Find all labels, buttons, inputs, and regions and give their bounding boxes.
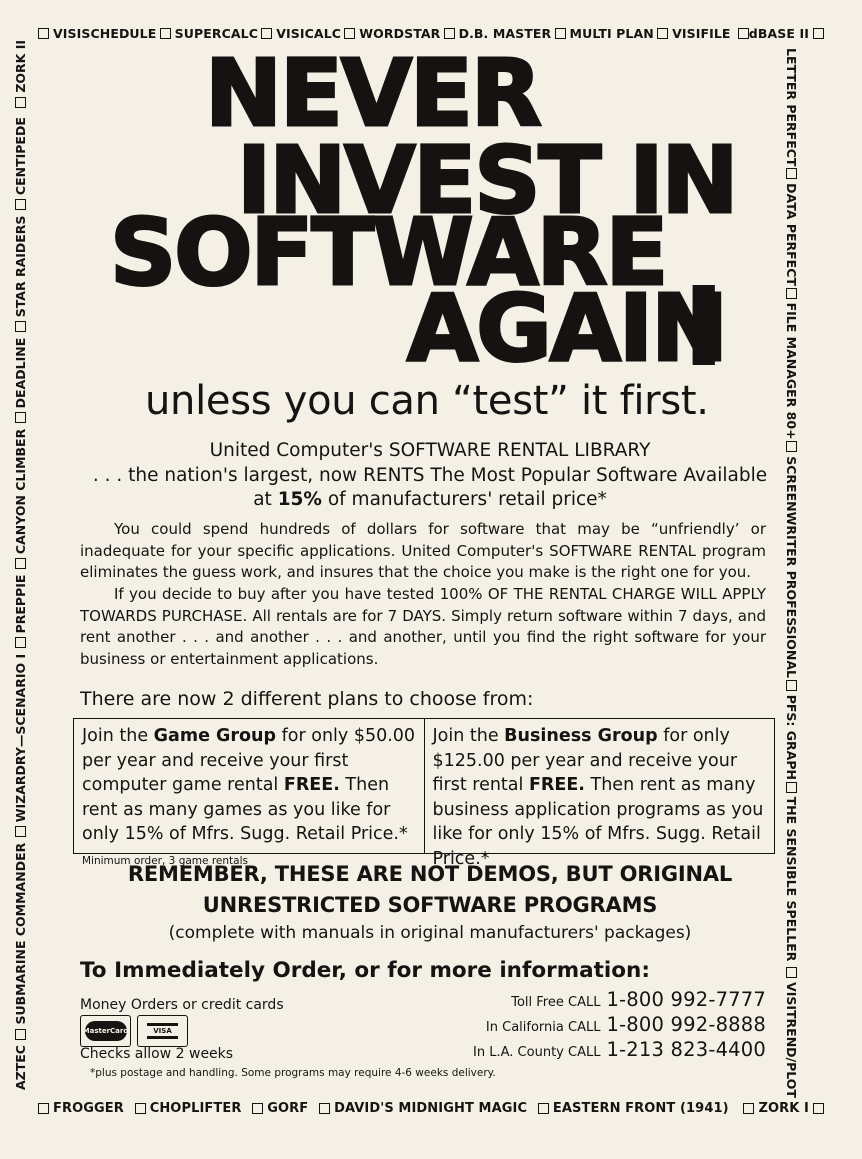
border-item: SUBMARINE COMMANDER — [13, 843, 28, 1040]
border-item: THE SENSIBLE SPELLER — [785, 781, 800, 961]
checkbox-icon — [813, 1103, 824, 1114]
border-item: CENTIPEDE — [13, 117, 28, 211]
checkbox-icon — [14, 558, 26, 570]
checkbox-icon — [554, 28, 566, 39]
checkbox-icon — [737, 28, 749, 39]
checkbox-icon — [14, 826, 26, 838]
checkbox-icon — [537, 1103, 549, 1114]
game-group-plan: Join the Game Group for only $50.00 per … — [82, 726, 416, 867]
border-left-software-list: AZTEC SUBMARINE COMMANDER WIZARDRY—SCENA… — [12, 40, 28, 1090]
plans-title: There are now 2 different plans to choos… — [80, 688, 534, 710]
border-item: DEADLINE — [13, 338, 28, 424]
phone-line: In California CALL 1-800 992-8888 — [485, 1013, 766, 1036]
phone-line: In L.A. County CALL 1-213 823-4400 — [473, 1038, 766, 1061]
rental-line-2: . . . the nation's largest, now RENTS Th… — [92, 465, 768, 486]
checkbox-icon — [14, 96, 26, 108]
plans-box: Join the Game Group for only $50.00 per … — [73, 718, 775, 869]
checkbox-icon — [786, 967, 798, 979]
border-item: STAR RAIDERS — [13, 216, 28, 333]
border-item: DAVID'S MIDNIGHT MAGIC — [319, 1101, 527, 1116]
checkbox-icon — [252, 1103, 264, 1114]
checkbox-icon — [344, 28, 356, 39]
border-item: GORF — [252, 1101, 308, 1116]
border-item: VISICALC — [261, 26, 341, 41]
checkbox-icon — [786, 679, 798, 691]
remember-line-1: REMEMBER, THESE ARE NOT DEMOS, BUT ORIGI… — [127, 862, 733, 886]
mastercard-logo-icon: MasterCard — [80, 1015, 131, 1047]
border-top-software-list: VISISCHEDULE SUPERCALC VISICALC WORDSTAR… — [38, 26, 824, 41]
subheadline: unless you can “test” it first. — [145, 378, 709, 424]
remember-line-3: (complete with manuals in original manuf… — [168, 923, 692, 943]
border-item: FILE MANAGER 80+ — [785, 287, 800, 440]
fine-print: *plus postage and handling. Some program… — [90, 1067, 496, 1079]
border-item: WORDSTAR — [344, 26, 440, 41]
body-paragraph-2: If you decide to buy after you have test… — [80, 585, 766, 668]
checkbox-icon — [14, 412, 26, 424]
rental-line-1: United Computer's SOFTWARE RENTAL LIBRAR… — [209, 440, 651, 461]
checkbox-icon — [786, 168, 798, 180]
checkbox-icon — [743, 1103, 755, 1114]
checkbox-icon — [159, 28, 171, 39]
border-item: PREPPIE — [13, 575, 28, 649]
rental-line-3: at 15% of manufacturers' retail price* — [253, 489, 607, 510]
checkbox-icon — [812, 28, 824, 39]
border-item: SUPERCALC — [159, 26, 258, 41]
border-item: FROGGER — [38, 1101, 124, 1116]
border-item: ZORK I — [739, 1101, 824, 1116]
border-item: VISITREND/PLOT — [785, 963, 800, 1098]
checkbox-icon — [38, 28, 49, 39]
border-item: SCREENWRITER PROFESSIONAL — [785, 441, 800, 678]
border-item: D.B. MASTER — [443, 26, 552, 41]
border-bottom-software-list: FROGGER CHOPLIFTER GORF DAVID'S MIDNIGHT… — [38, 1101, 824, 1116]
exclamation-mark: ! — [678, 266, 729, 388]
border-item: EASTERN FRONT (1941) — [537, 1101, 729, 1116]
credit-card-logos: MasterCard VISA — [80, 1015, 188, 1047]
checkbox-icon — [134, 1103, 146, 1114]
border-item: dBASE II — [734, 26, 824, 41]
border-item: AZTEC — [12, 1045, 28, 1090]
checkbox-icon — [261, 28, 273, 39]
border-item: LETTER PERFECT — [784, 48, 800, 167]
border-item: DATA PERFECT — [785, 168, 800, 286]
border-item: CHOPLIFTER — [134, 1101, 242, 1116]
checkbox-icon — [786, 441, 798, 453]
checkbox-icon — [14, 321, 26, 333]
checkbox-icon — [786, 781, 798, 793]
remember-line-2: UNRESTRICTED SOFTWARE PROGRAMS — [202, 893, 658, 917]
checkbox-icon — [14, 1028, 26, 1040]
phone-numbers: Toll Free CALL 1-800 992-7777 In Californ… — [440, 988, 766, 1063]
money-orders-text: Money Orders or credit cards — [80, 997, 284, 1013]
checkbox-icon — [14, 637, 26, 649]
checkbox-icon — [443, 28, 455, 39]
border-item: WIZARDRY—SCENARIO I — [13, 654, 28, 838]
border-right-software-list: LETTER PERFECT DATA PERFECT FILE MANAGER… — [784, 48, 800, 1098]
border-item: ZORK II — [13, 40, 28, 112]
border-item: VISIFILE — [657, 26, 730, 41]
checkbox-icon — [319, 1103, 331, 1114]
checkbox-icon — [14, 199, 26, 211]
border-item: VISISCHEDULE — [38, 26, 156, 41]
checks-text: Checks allow 2 weeks — [80, 1046, 234, 1062]
order-title: To Immediately Order, or for more inform… — [80, 958, 650, 983]
headline-line-4: AGAIN — [405, 275, 729, 382]
border-item: PFS: GRAPH — [785, 679, 800, 780]
business-group-plan: Join the Business Group for only $125.00… — [423, 719, 775, 869]
border-item: MULTI PLAN — [554, 26, 654, 41]
checkbox-icon — [786, 287, 798, 299]
phone-line: Toll Free CALL 1-800 992-7777 — [511, 988, 766, 1011]
border-item: CANYON CLIMBER — [13, 429, 28, 570]
visa-logo-icon: VISA — [137, 1015, 188, 1047]
checkbox-icon — [657, 28, 669, 39]
checkbox-icon — [38, 1103, 49, 1114]
body-paragraph-1: You could spend hundreds of dollars for … — [80, 520, 766, 581]
